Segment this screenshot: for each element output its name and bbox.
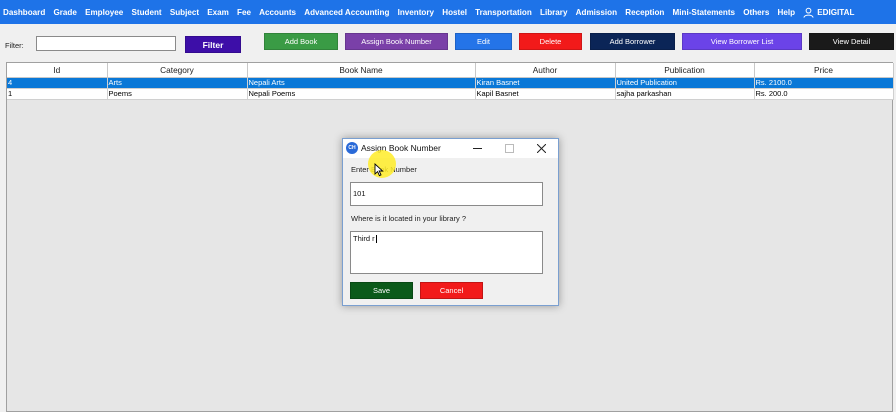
nav-inventory[interactable]: Inventory bbox=[398, 8, 434, 17]
close-icon[interactable] bbox=[527, 140, 555, 157]
column-header-author[interactable]: Author bbox=[475, 63, 616, 78]
cell-book-name: Nepali Arts bbox=[247, 77, 476, 89]
view-detail-button[interactable]: View Detail bbox=[809, 33, 894, 50]
maximize-icon[interactable] bbox=[495, 140, 523, 157]
nav-reception[interactable]: Reception bbox=[625, 8, 664, 17]
view-borrower-list-button[interactable]: View Borrower List bbox=[682, 33, 802, 50]
cell-id: 4 bbox=[7, 77, 108, 89]
minimize-icon[interactable] bbox=[463, 140, 491, 157]
nav-fee[interactable]: Fee bbox=[237, 8, 251, 17]
column-header-book-name[interactable]: Book Name bbox=[247, 63, 476, 78]
mouse-cursor-icon bbox=[374, 163, 384, 177]
table-header-row: Id Category Book Name Author Publication… bbox=[7, 63, 894, 78]
table-row[interactable]: 1 Poems Nepali Poems Kapil Basnet sajha … bbox=[7, 88, 894, 100]
nav-advanced-accounting[interactable]: Advanced Accounting bbox=[304, 8, 389, 17]
nav-exam[interactable]: Exam bbox=[207, 8, 229, 17]
nav-help[interactable]: Help bbox=[778, 8, 796, 17]
assign-book-number-dialog: CH Assign Book Number Enter Book Number … bbox=[342, 138, 559, 306]
add-borrower-button[interactable]: Add Borrower bbox=[590, 33, 675, 50]
nav-admission[interactable]: Admission bbox=[576, 8, 617, 17]
column-header-price[interactable]: Price bbox=[754, 63, 894, 78]
nav-hostel[interactable]: Hostel bbox=[442, 8, 467, 17]
cell-author: Kiran Basnet bbox=[475, 77, 616, 89]
nav-dashboard[interactable]: Dashboard bbox=[3, 8, 45, 17]
delete-button[interactable]: Delete bbox=[519, 33, 582, 50]
nav-grade[interactable]: Grade bbox=[53, 8, 76, 17]
cell-price: Rs. 2100.0 bbox=[754, 77, 894, 89]
assign-book-number-button[interactable]: Assign Book Number bbox=[345, 33, 448, 50]
filter-button[interactable]: Filter bbox=[185, 36, 241, 53]
top-nav-bar: Dashboard Grade Employee Student Subject… bbox=[0, 0, 896, 24]
book-number-input[interactable]: 101 bbox=[350, 182, 543, 206]
nav-accounts[interactable]: Accounts bbox=[259, 8, 296, 17]
cell-category: Arts bbox=[107, 77, 248, 89]
nav-student[interactable]: Student bbox=[132, 8, 162, 17]
dialog-title: Assign Book Number bbox=[361, 143, 441, 153]
cell-publication: sajha parkashan bbox=[615, 88, 755, 100]
cell-publication: United Publication bbox=[615, 77, 755, 89]
cell-author: Kapil Basnet bbox=[475, 88, 616, 100]
column-header-category[interactable]: Category bbox=[107, 63, 248, 78]
text-caret bbox=[375, 235, 377, 244]
nav-subject[interactable]: Subject bbox=[170, 8, 199, 17]
edit-button[interactable]: Edit bbox=[455, 33, 512, 50]
user-icon bbox=[803, 7, 814, 18]
nav-others[interactable]: Others bbox=[743, 8, 769, 17]
cancel-button[interactable]: Cancel bbox=[420, 282, 483, 299]
nav-mini-statements[interactable]: Mini-Statements bbox=[673, 8, 736, 17]
filter-label: Filter: bbox=[5, 41, 24, 50]
cell-category: Poems bbox=[107, 88, 248, 100]
user-name: EDIGITAL bbox=[817, 7, 855, 17]
cell-id: 1 bbox=[7, 88, 108, 100]
nav-library[interactable]: Library bbox=[540, 8, 567, 17]
add-book-button[interactable]: Add Book bbox=[264, 33, 338, 50]
save-button[interactable]: Save bbox=[350, 282, 413, 299]
app-icon: CH bbox=[346, 142, 358, 154]
column-header-id[interactable]: Id bbox=[7, 63, 108, 78]
location-input[interactable]: Third r bbox=[350, 231, 543, 274]
toolbar: Filter: Filter Add Book Assign Book Numb… bbox=[0, 24, 896, 61]
nav-user-menu[interactable]: EDIGITAL bbox=[803, 7, 854, 18]
cell-book-name: Nepali Poems bbox=[247, 88, 476, 100]
column-header-publication[interactable]: Publication bbox=[615, 63, 755, 78]
nav-transportation[interactable]: Transportation bbox=[475, 8, 532, 17]
table-row[interactable]: 4 Arts Nepali Arts Kiran Basnet United P… bbox=[7, 77, 894, 89]
location-label: Where is it located in your library ? bbox=[351, 214, 467, 223]
nav-employee[interactable]: Employee bbox=[85, 8, 123, 17]
cell-price: Rs. 200.0 bbox=[754, 88, 894, 100]
filter-input[interactable] bbox=[36, 36, 176, 51]
